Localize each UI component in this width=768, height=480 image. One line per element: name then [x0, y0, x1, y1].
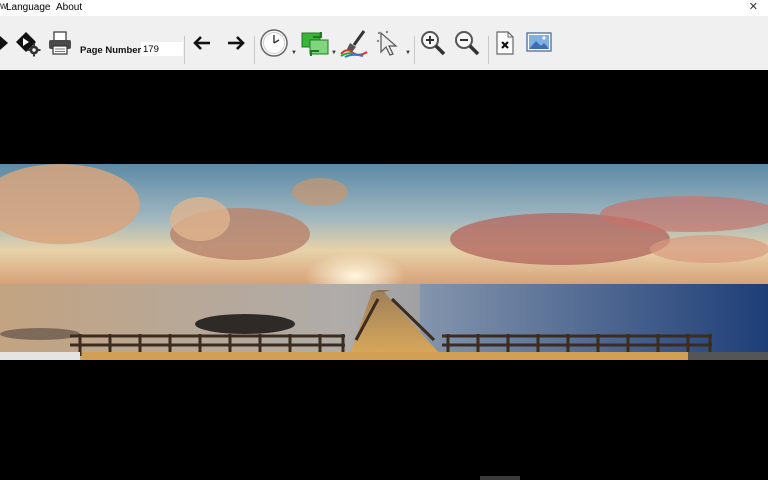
- toolbar-separator: [414, 36, 415, 64]
- page-number-label: Page Number: [80, 45, 142, 56]
- play-forward-icon[interactable]: [0, 16, 10, 70]
- arrow-right-icon[interactable]: [224, 16, 248, 70]
- printer-icon[interactable]: [46, 16, 74, 70]
- horizontal-scrollbar[interactable]: [480, 476, 520, 480]
- arrow-left-icon[interactable]: [190, 16, 214, 70]
- clock-dropdown-icon[interactable]: ▼: [291, 50, 297, 56]
- image-swap-icon[interactable]: [298, 16, 332, 70]
- cursor-select-icon[interactable]: [374, 16, 404, 70]
- close-icon[interactable]: ✕: [749, 0, 758, 13]
- picture-icon[interactable]: [524, 16, 554, 70]
- toolbar-separator: [184, 36, 185, 64]
- menu-bar: w Language About ✕: [0, 0, 768, 16]
- zoom-in-icon[interactable]: [418, 16, 448, 70]
- zoom-out-icon[interactable]: [452, 16, 482, 70]
- toolbar: Page Number ▼ ▼: [0, 16, 768, 70]
- toolbar-separator: [488, 36, 489, 64]
- clock-icon[interactable]: [258, 16, 290, 70]
- settings-gear-icon[interactable]: [12, 16, 42, 70]
- color-paint-icon[interactable]: [338, 16, 372, 70]
- menu-item-about[interactable]: About: [56, 2, 82, 13]
- cursor-dropdown-icon[interactable]: ▼: [405, 50, 411, 56]
- image-swap-dropdown-icon[interactable]: ▼: [331, 50, 337, 56]
- page-number-input[interactable]: [141, 42, 183, 56]
- toolbar-separator: [254, 36, 255, 64]
- menu-item-language[interactable]: Language: [6, 2, 51, 13]
- delete-file-icon[interactable]: [492, 16, 518, 70]
- displayed-photo: [0, 164, 768, 360]
- image-viewer: [0, 70, 768, 480]
